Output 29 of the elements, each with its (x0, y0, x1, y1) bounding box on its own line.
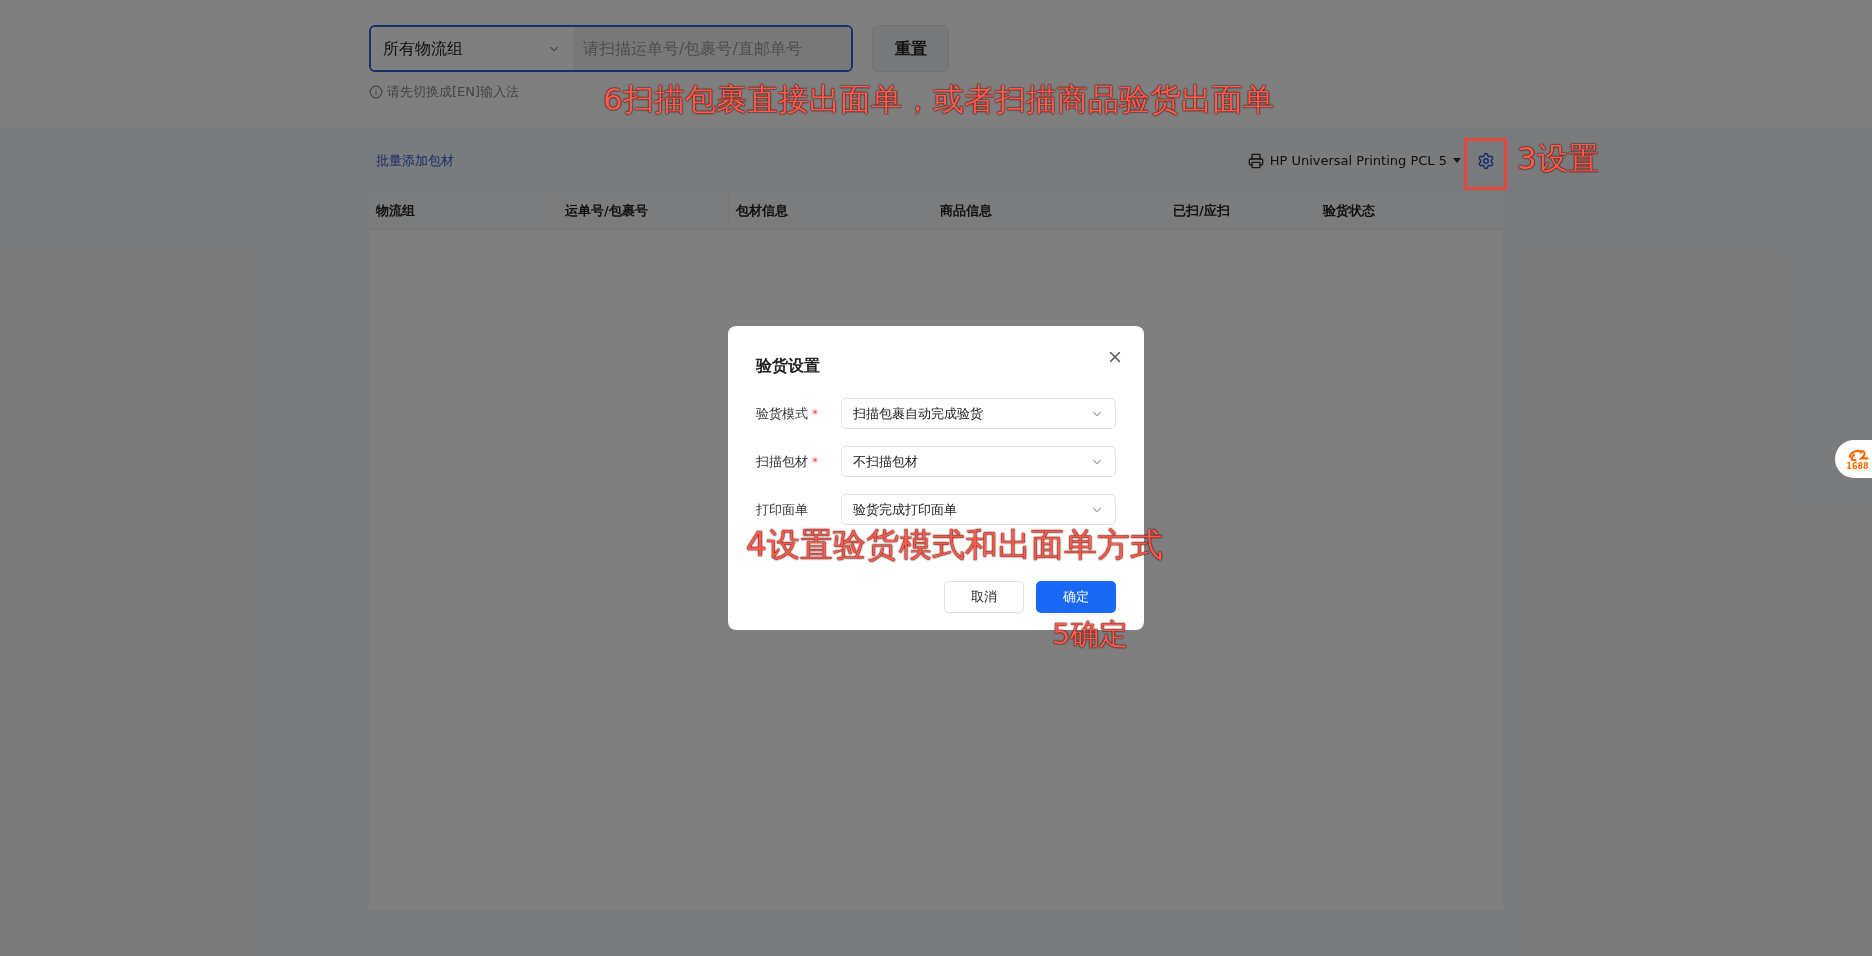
required-mark: * (812, 453, 818, 471)
column-header: 验货状态 (1321, 202, 1376, 221)
confirm-button[interactable]: 确定 (1036, 581, 1116, 613)
caret-icon (1453, 158, 1461, 163)
column-header: 包材信息 (735, 202, 789, 221)
dialog-title: 验货设置 (756, 355, 820, 377)
logo-badge[interactable]: 1688 (1835, 440, 1872, 478)
select-field[interactable]: 不扫描包材 (841, 446, 1116, 477)
required-mark: * (812, 405, 818, 423)
reset-button[interactable]: 重置 (872, 25, 949, 72)
info-icon (369, 84, 383, 99)
batch-add-link[interactable]: 批量添加包材 (376, 150, 454, 171)
select-field[interactable]: 扫描包裹自动完成验货 (841, 398, 1116, 429)
logo-text: 1688 (1846, 463, 1869, 471)
field-label: 打印面单 (756, 500, 808, 519)
annotation-text: 3设置 (1517, 143, 1599, 174)
select-field[interactable]: 验货完成打印面单 (841, 494, 1116, 525)
printer-icon (1247, 152, 1264, 169)
highlight-frame (1464, 138, 1507, 190)
field-label: 扫描包材 (756, 452, 808, 471)
printer-select[interactable]: HP Universal Printing PCL 5 (1247, 150, 1461, 171)
column-header: 已扫/应扫 (1172, 202, 1231, 221)
cancel-button[interactable]: 取消 (944, 581, 1024, 613)
column-header: 物流组 (369, 193, 558, 229)
column-header: 商品信息 (939, 202, 993, 221)
settings-icon[interactable] (1477, 151, 1495, 170)
field-label: 验货模式 (756, 404, 808, 423)
column-header: 运单号/包裹号 (558, 193, 729, 229)
annotation-text: 6扫描包裹直接出面单，或者扫描商品验货出面单 (603, 84, 1274, 115)
